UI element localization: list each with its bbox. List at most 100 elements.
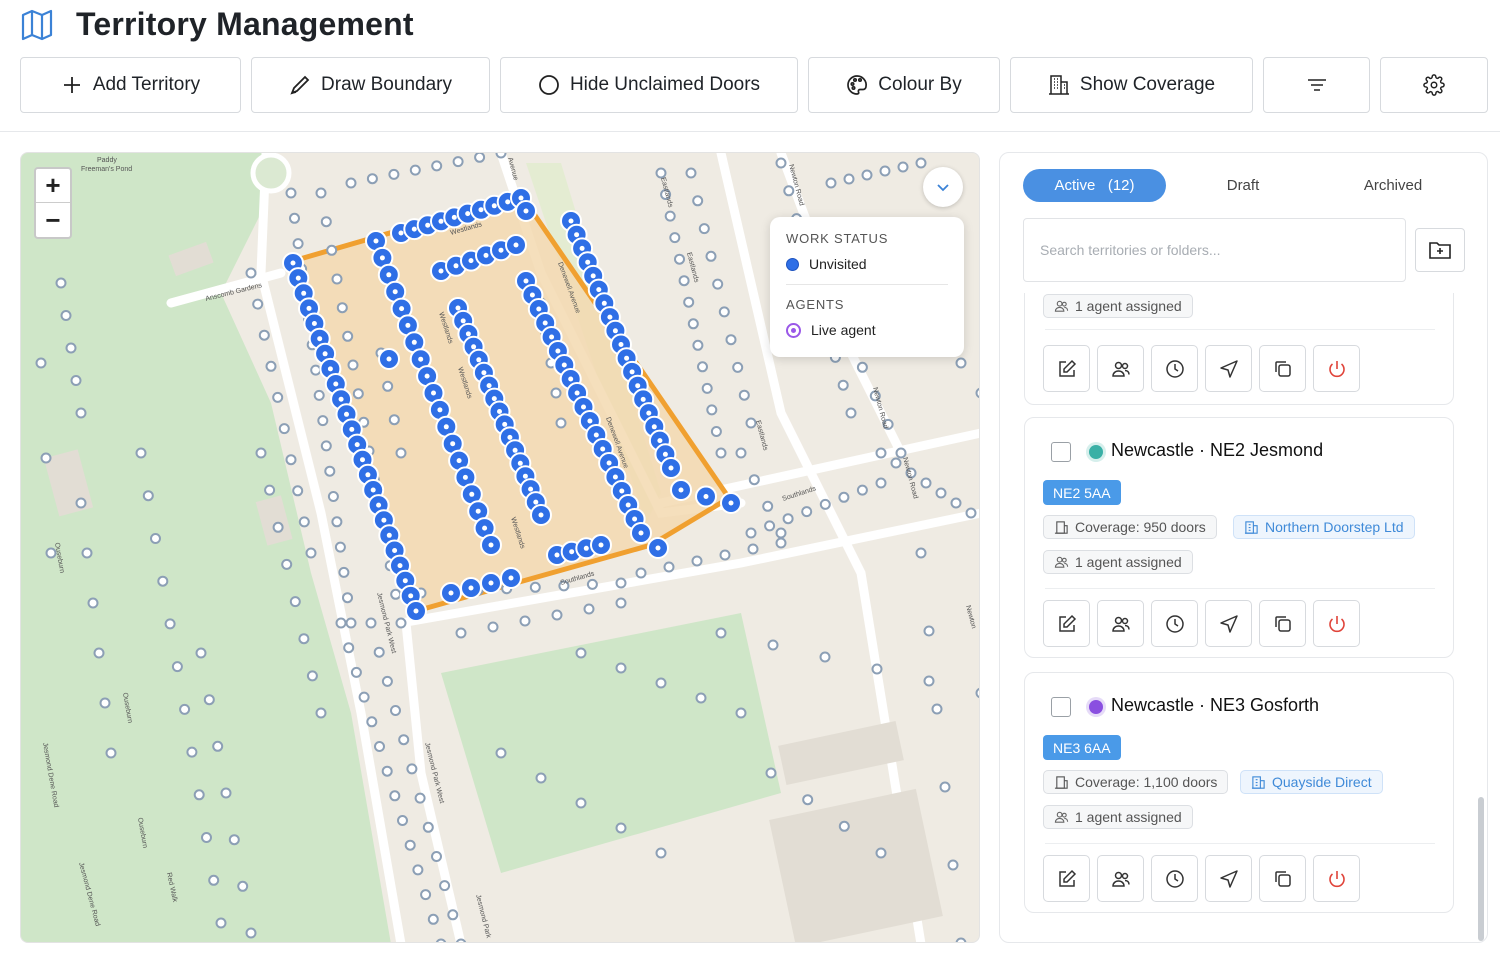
search-input[interactable] — [1023, 218, 1406, 282]
agents-text: 1 agent assigned — [1075, 554, 1182, 570]
unvisited-door-marker-center — [568, 218, 574, 224]
unvisited-door-marker-center — [638, 530, 644, 536]
deactivate-button[interactable] — [1313, 855, 1360, 902]
tab-draft[interactable]: Draft — [1193, 169, 1293, 202]
legend-unvisited-label: Unvisited — [809, 256, 867, 272]
unclaimed-door-marker — [615, 597, 627, 609]
unvisited-door-marker-center — [437, 407, 443, 413]
copy-icon — [1274, 870, 1291, 887]
unclaimed-door-marker — [320, 216, 332, 228]
map-view[interactable]: Paddy Freeman's Pond Anscomb Gardens Wes… — [20, 152, 980, 943]
unvisited-door-marker-center — [295, 275, 301, 281]
legend-agents-heading: AGENTS — [786, 297, 845, 312]
unclaimed-door-marker — [837, 379, 849, 391]
unclaimed-door-marker — [215, 917, 227, 929]
territory-card-ne3-gosforth[interactable]: Newcastle · NE3 Gosforth NE3 6AA Coverag… — [1024, 672, 1454, 913]
duplicate-button[interactable] — [1259, 855, 1306, 902]
unclaimed-door-marker — [201, 832, 212, 843]
unclaimed-door-marker — [861, 169, 873, 181]
unvisited-door-marker-center — [386, 356, 392, 362]
history-button[interactable] — [1151, 855, 1198, 902]
unvisited-door-marker-center — [596, 287, 602, 293]
unclaimed-door-marker — [179, 703, 191, 715]
unclaimed-door-marker — [306, 670, 318, 682]
assign-agents-button[interactable] — [1097, 855, 1144, 902]
unvisited-door-marker-center — [475, 508, 481, 514]
unclaimed-door-marker — [397, 815, 408, 826]
agency-chip[interactable]: Northern Doorstep Ltd — [1233, 515, 1415, 539]
unvisited-door-marker-center — [448, 590, 454, 596]
unclaimed-door-marker — [237, 880, 249, 892]
history-button[interactable] — [1151, 345, 1198, 392]
unvisited-door-marker-center — [517, 460, 523, 466]
unvisited-door-marker-center — [471, 344, 477, 350]
unclaimed-door-marker — [975, 387, 979, 399]
duplicate-button[interactable] — [1259, 345, 1306, 392]
panel-scrollbar[interactable] — [1478, 797, 1484, 941]
hide-unclaimed-doors-button[interactable]: Hide Unclaimed Doors — [500, 57, 798, 113]
edit-button[interactable] — [1043, 855, 1090, 902]
clock-icon — [1165, 359, 1184, 378]
assign-agents-button[interactable] — [1097, 600, 1144, 647]
unclaimed-door-marker — [452, 156, 464, 168]
unclaimed-door-marker — [783, 185, 795, 197]
unclaimed-door-marker — [687, 318, 699, 330]
unclaimed-door-marker — [193, 789, 205, 801]
zoom-in-button[interactable]: + — [36, 169, 70, 203]
history-button[interactable] — [1151, 600, 1198, 647]
new-folder-button[interactable] — [1415, 228, 1465, 272]
unvisited-door-marker-center — [411, 339, 417, 345]
navigate-button[interactable] — [1205, 345, 1252, 392]
draw-boundary-button[interactable]: Draw Boundary — [251, 57, 490, 113]
unclaimed-door-marker — [388, 168, 400, 180]
unclaimed-door-marker — [775, 157, 787, 169]
unclaimed-door-marker — [409, 164, 421, 176]
unclaimed-door-marker — [281, 558, 293, 570]
unclaimed-door-marker — [955, 357, 967, 369]
unvisited-door-marker-center — [657, 438, 663, 444]
deactivate-button[interactable] — [1313, 600, 1360, 647]
unclaimed-door-marker — [305, 547, 317, 559]
unclaimed-door-marker — [99, 697, 111, 709]
unvisited-door-marker-center — [497, 409, 502, 414]
unclaimed-door-marker — [615, 822, 627, 834]
agency-chip[interactable]: Quayside Direct — [1240, 770, 1383, 794]
legend-collapse-button[interactable] — [923, 167, 963, 207]
duplicate-button[interactable] — [1259, 600, 1306, 647]
label-jesmond-park-west-1: Jesmond Park West — [375, 592, 397, 654]
legend-divider — [786, 284, 948, 285]
edit-button[interactable] — [1043, 345, 1090, 392]
assign-agents-button[interactable] — [1097, 345, 1144, 392]
users-icon — [1054, 811, 1069, 823]
navigate-button[interactable] — [1205, 855, 1252, 902]
unclaimed-door-marker — [718, 306, 730, 318]
unclaimed-door-marker — [685, 167, 697, 179]
edit-button[interactable] — [1043, 600, 1090, 647]
unclaimed-door-marker — [745, 417, 757, 429]
tab-draft-label: Draft — [1226, 177, 1260, 194]
unclaimed-door-marker — [692, 195, 704, 207]
deactivate-button[interactable] — [1313, 345, 1360, 392]
navigate-button[interactable] — [1205, 600, 1252, 647]
select-checkbox[interactable] — [1051, 442, 1071, 462]
unvisited-door-marker-center — [542, 320, 548, 326]
add-territory-button[interactable]: Add Territory — [20, 57, 241, 113]
unclaimed-door-marker — [345, 617, 357, 629]
zoom-out-button[interactable]: − — [36, 203, 70, 237]
colour-by-button[interactable]: Colour By — [808, 57, 1000, 113]
tab-archived[interactable]: Archived — [1343, 169, 1443, 202]
show-coverage-button[interactable]: Show Coverage — [1010, 57, 1253, 113]
select-checkbox[interactable] — [1051, 697, 1071, 717]
status-dot — [1089, 445, 1103, 459]
unvisited-door-marker-center — [585, 259, 591, 265]
unclaimed-door-marker — [975, 687, 979, 699]
settings-button[interactable] — [1380, 57, 1488, 113]
unclaimed-door-marker — [955, 937, 967, 942]
territory-card-ne2-jesmond[interactable]: Newcastle · NE2 Jesmond NE2 5AA Coverage… — [1024, 417, 1454, 658]
unvisited-door-marker-center — [618, 342, 624, 347]
unclaimed-door-marker — [935, 487, 947, 499]
tab-active[interactable]: Active (12) — [1023, 169, 1166, 202]
unclaimed-door-marker — [555, 417, 567, 429]
unclaimed-door-marker — [93, 647, 105, 659]
filter-button[interactable] — [1263, 57, 1370, 113]
